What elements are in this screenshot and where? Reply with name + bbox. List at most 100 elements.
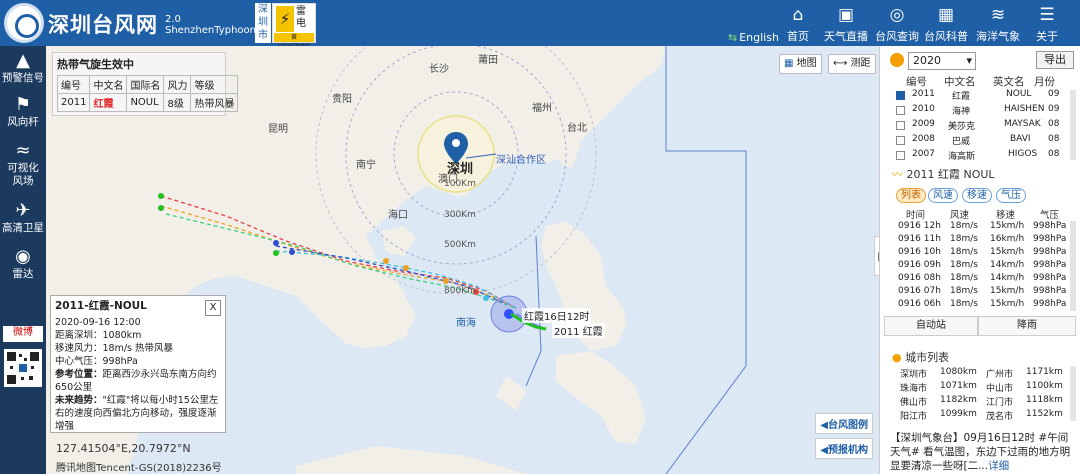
english-label: English (739, 31, 779, 44)
banner-row[interactable]: 2011 红霞 NOUL 8级 热带风暴 (56, 93, 239, 112)
nav-home[interactable]: ⌂ 首页 (774, 4, 822, 44)
radar-icon: ◉ (15, 246, 31, 267)
satellite-icon: ✈ (15, 200, 31, 221)
rail-windfield[interactable]: ≈ 可视化风场 (0, 140, 46, 188)
top-bar: 深圳台风网 2.0 ShenzhenTyphoon 深圳市 ⚡ 雷电 黄 LIG… (0, 0, 1080, 50)
track-speed: 14km/h (990, 273, 1025, 283)
site-name[interactable]: 深圳台风网 (48, 9, 158, 39)
track-row[interactable]: 0916 07h 18m/s 15km/h 998hPa (898, 286, 1076, 299)
close-icon[interactable]: X (205, 300, 221, 316)
city-label: 福州 (532, 103, 552, 114)
typhoon-legend-link[interactable]: ◀台风图例 (815, 413, 873, 434)
active-typhoon-banner[interactable]: 热带气旋生效中 编号 中文名 国际名 风力 等级 2011 红霞 NOUL 8级… (52, 52, 239, 116)
typhoon-month: 09 (1048, 89, 1060, 99)
typhoon-cn: 红霞 (952, 92, 971, 102)
typhoon-en: MAYSAK (1004, 119, 1041, 129)
city-list-scrollbar[interactable] (1070, 366, 1076, 421)
forecast-agency-link[interactable]: ◀预报机构 (815, 438, 873, 459)
warning-region: 深圳市 (255, 3, 271, 43)
rail-warning[interactable]: ▲ 预警信号 (0, 50, 46, 85)
triangle-left-icon: ◀ (820, 445, 828, 456)
tab-wind[interactable]: 风速 (928, 188, 958, 203)
city-name: 佛山市 (900, 398, 928, 408)
city-row: 深圳市 1080km 广州市 1171km (900, 367, 1078, 380)
ring-label: 800Km (444, 286, 476, 296)
typhoon-id: 2008 (912, 134, 935, 144)
measure-button[interactable]: ⟷ 测距 (828, 54, 876, 74)
popup-trend-label: 未来趋势： (55, 395, 103, 406)
nav-weather-live[interactable]: ▣ 天气直播 (822, 4, 870, 44)
tab-speed[interactable]: 移速 (962, 188, 992, 203)
banner-cell: NOUL (126, 93, 165, 112)
popup-reference: 参考位置：距离西沙永兴岛东南方向约650公里 (55, 368, 221, 394)
site-subname: ShenzhenTyphoon (165, 25, 256, 36)
map-layer-button[interactable]: ▦ 地图 (779, 54, 822, 74)
rail-label: 风向杆 (7, 116, 39, 128)
lightning-warning-icon[interactable]: ⚡ 雷电 黄 LIGHTNING (272, 3, 316, 50)
nav-typhoon-science[interactable]: ▦ 台风科普 (922, 4, 970, 44)
typhoon-cn: 巴威 (952, 137, 971, 147)
rail-satellite[interactable]: ✈ 高清卫星 (0, 200, 46, 235)
tab-list[interactable]: 列表 (896, 188, 926, 203)
track-wind: 18m/s (950, 299, 978, 309)
rainfall-button[interactable]: 降雨 (978, 316, 1076, 336)
typhoon-row[interactable]: 2010 海神 HAISHEN 09 (896, 104, 1076, 119)
nav-label: 关于 (1036, 30, 1058, 43)
track-row[interactable]: 0916 08h 18m/s 14km/h 998hPa (898, 273, 1076, 286)
track-wind: 18m/s (950, 260, 978, 270)
nav-label: 海洋气象 (976, 30, 1020, 43)
track-row[interactable]: 0916 09h 18m/s 14km/h 998hPa (898, 260, 1076, 273)
site-logo[interactable] (4, 3, 44, 43)
city-name: 江门市 (986, 398, 1014, 408)
typhoon-row[interactable]: 2007 海高斯 HIGOS 08 (896, 149, 1076, 164)
popup-time: 2020-09-16 12:00 (55, 317, 141, 328)
export-button[interactable]: 导出 (1036, 51, 1074, 69)
rail-label: 可视化风场 (7, 162, 39, 187)
city-distance: 1182km (940, 395, 977, 405)
city-label: 贵阳 (332, 94, 352, 105)
nav-typhoon-query[interactable]: ◎ 台风查询 (873, 4, 921, 44)
typhoon-month: 08 (1048, 149, 1060, 159)
year-select[interactable]: 2020 ▾ (908, 52, 976, 70)
weibo-link[interactable]: 微博 (3, 326, 43, 342)
news-detail-link[interactable]: 详细 (988, 460, 1009, 472)
map-view[interactable]: 热带气旋生效中 编号 中文名 国际名 风力 等级 2011 红霞 NOUL 8级… (46, 46, 879, 474)
popup-title: 2011-红霞-NOUL (55, 300, 147, 312)
track-row[interactable]: 0916 06h 18m/s 15km/h 998hPa (898, 299, 1076, 312)
typhoon-list-scrollbar[interactable] (1070, 90, 1076, 160)
checkbox-checked[interactable] (896, 91, 905, 100)
rail-label: 雷达 (12, 268, 34, 280)
typhoon-name-label[interactable]: 2011 红霞 (552, 323, 605, 338)
auto-station-button[interactable]: 自动站 (884, 316, 978, 336)
track-speed: 16km/h (990, 234, 1025, 244)
track-row[interactable]: 0916 11h 18m/s 16km/h 998hPa (898, 234, 1076, 247)
typhoon-row[interactable]: 2011 红霞 NOUL 09 (896, 89, 1076, 104)
checkbox[interactable] (896, 151, 905, 160)
nav-ocean-weather[interactable]: ≋ 海洋气象 (974, 4, 1022, 44)
nav-about[interactable]: ☰ 关于 (1023, 4, 1071, 44)
checkbox[interactable] (896, 106, 905, 115)
banner-header-cell: 国际名 (126, 75, 165, 94)
track-header: 移速 (996, 210, 1016, 221)
nav-label: 天气直播 (824, 30, 868, 43)
english-link[interactable]: ⇆ English (728, 31, 779, 44)
ruler-icon: ⟷ (833, 58, 848, 69)
typhoon-icon (890, 53, 904, 67)
track-row[interactable]: 0916 12h 18m/s 15km/h 998hPa (898, 221, 1076, 234)
typhoon-row[interactable]: 2009 美莎克 MAYSAK 08 (896, 119, 1076, 134)
tab-pressure[interactable]: 气压 (996, 188, 1026, 203)
typhoon-position-label[interactable]: 红霞16日12时 (522, 308, 592, 323)
banner-header-cell: 风力 (163, 75, 192, 94)
rail-radar[interactable]: ◉ 雷达 (0, 246, 46, 281)
checkbox[interactable] (896, 121, 905, 130)
city-row: 佛山市 1182km 江门市 1118km (900, 395, 1078, 408)
track-pressure: 998hPa (1033, 221, 1067, 231)
nav-label: 首页 (787, 30, 809, 43)
checkbox[interactable] (896, 136, 905, 145)
typhoon-row[interactable]: 2008 巴威 BAVI 08 (896, 134, 1076, 149)
track-list-scrollbar[interactable] (1070, 221, 1076, 311)
search-icon: ◎ (889, 5, 905, 25)
rail-windflag[interactable]: ⚑ 风向杆 (0, 94, 46, 129)
typhoon-id: 2009 (912, 119, 935, 129)
track-row[interactable]: 0916 10h 18m/s 15km/h 998hPa (898, 247, 1076, 260)
